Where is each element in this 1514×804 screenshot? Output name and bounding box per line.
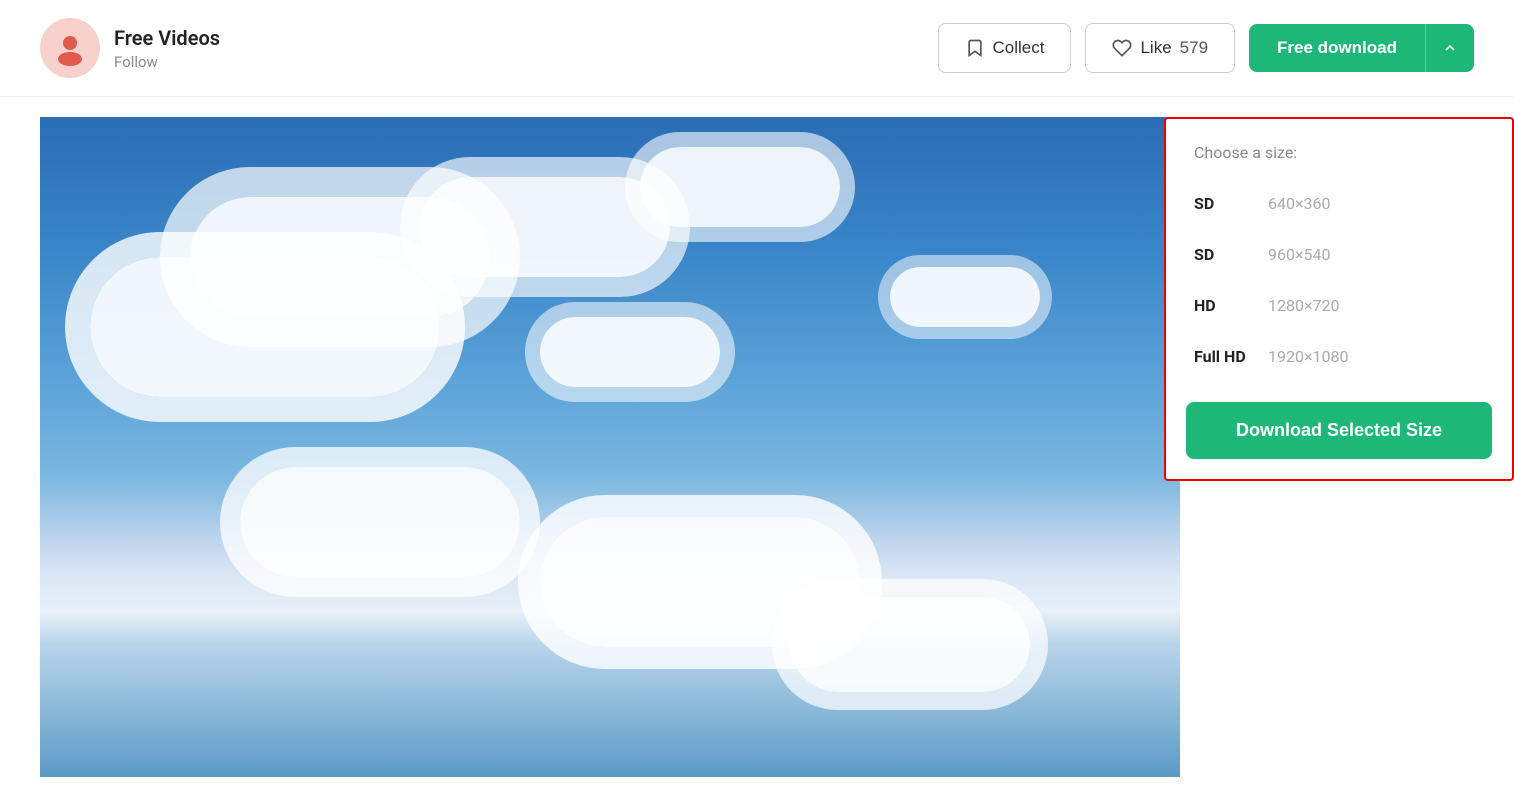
page-header: Free Videos Follow Collect Like 579 Free… (0, 0, 1514, 97)
video-background (40, 117, 1180, 777)
size-option-sd-640[interactable]: SD 640×360 (1166, 178, 1512, 229)
heart-icon (1112, 38, 1132, 58)
download-dropdown-toggle[interactable] (1425, 24, 1474, 72)
free-download-button[interactable]: Free download (1249, 24, 1425, 72)
size-quality-label: SD (1194, 194, 1254, 213)
user-info: Free Videos Follow (114, 25, 220, 71)
choose-size-label: Choose a size: (1166, 143, 1512, 178)
size-dimensions: 640×360 (1268, 194, 1331, 213)
collect-icon (965, 38, 985, 58)
size-option-sd-960[interactable]: SD 960×540 (1166, 229, 1512, 280)
avatar (40, 18, 100, 78)
size-quality-label: HD (1194, 296, 1254, 315)
cloud-decoration (420, 177, 670, 277)
cloud-decoration (90, 257, 440, 397)
chevron-up-icon (1442, 40, 1458, 56)
size-option-fullhd-1920[interactable]: Full HD 1920×1080 (1166, 331, 1512, 382)
header-actions: Collect Like 579 Free download (938, 23, 1475, 73)
avatar-icon (52, 30, 88, 66)
follow-link[interactable]: Follow (114, 53, 220, 71)
size-dimensions: 1280×720 (1268, 296, 1339, 315)
cloud-decoration (240, 467, 520, 577)
size-quality-label: SD (1194, 245, 1254, 264)
like-label: Like (1140, 38, 1171, 58)
collect-button[interactable]: Collect (938, 23, 1072, 73)
user-name: Free Videos (114, 25, 220, 51)
cloud-decoration (790, 597, 1030, 692)
collect-label: Collect (993, 38, 1045, 58)
cloud-decoration (640, 147, 840, 227)
cloud-decoration (540, 317, 720, 387)
size-quality-label: Full HD (1194, 347, 1254, 366)
user-profile-section: Free Videos Follow (40, 18, 220, 78)
download-selected-size-button[interactable]: Download Selected Size (1186, 402, 1492, 459)
main-content: Choose a size: SD 640×360 SD 960×540 HD … (0, 97, 1514, 777)
size-dimensions: 1920×1080 (1268, 347, 1348, 366)
cloud-decoration (890, 267, 1040, 327)
like-button[interactable]: Like 579 (1085, 23, 1235, 73)
download-button-group: Free download (1249, 24, 1474, 72)
size-dropdown-panel: Choose a size: SD 640×360 SD 960×540 HD … (1164, 117, 1514, 481)
video-container (40, 117, 1180, 777)
like-count: 579 (1180, 38, 1208, 58)
size-option-hd-1280[interactable]: HD 1280×720 (1166, 280, 1512, 331)
size-dimensions: 960×540 (1268, 245, 1331, 264)
